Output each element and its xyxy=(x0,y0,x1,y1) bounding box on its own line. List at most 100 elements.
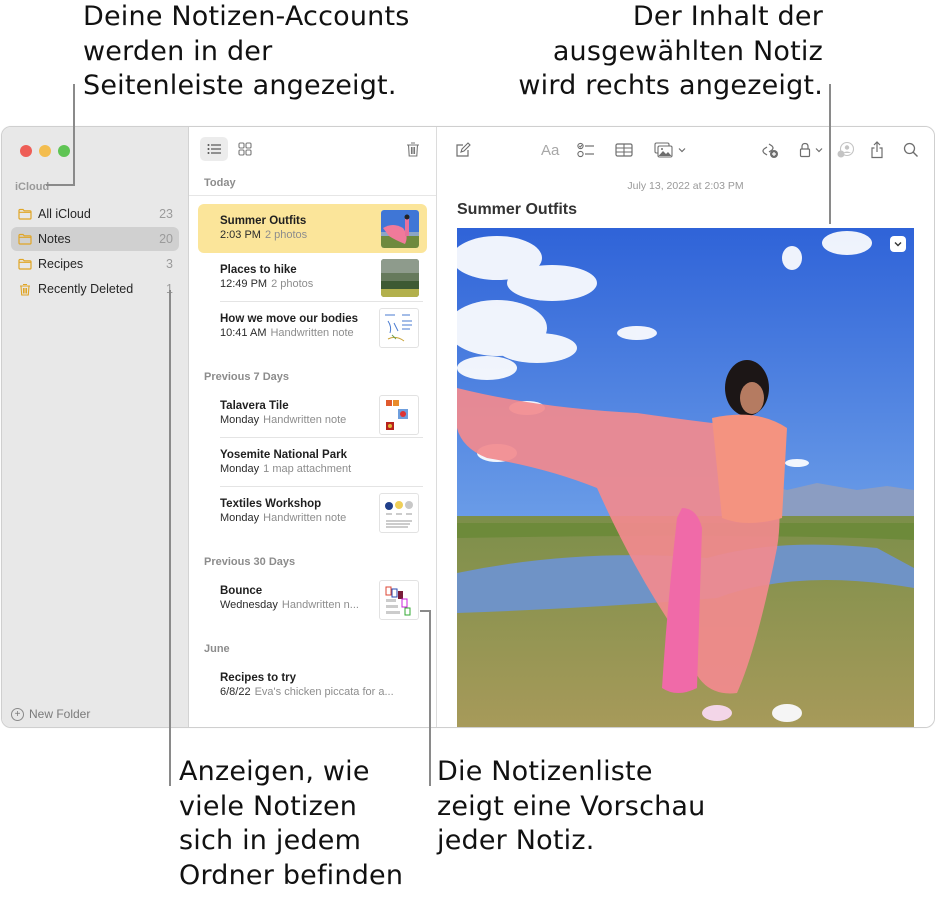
note-preview: 2 photos xyxy=(264,229,308,241)
minimize-button[interactable] xyxy=(39,145,51,157)
callout-sidebar-accounts: Deine Notizen-Accounts werden in der Sei… xyxy=(83,0,410,104)
note-date: 6/8/22 xyxy=(220,686,251,698)
folder-count: 3 xyxy=(166,257,173,271)
note-title: Yosemite National Park xyxy=(220,449,347,461)
checklist-button[interactable] xyxy=(577,139,595,161)
note-list-item[interactable]: Summer Outfits 2:03 PM 2 photos xyxy=(198,204,427,253)
close-button[interactable] xyxy=(20,145,32,157)
note-list-item[interactable]: Talavera Tile Monday Handwritten note xyxy=(198,389,427,438)
photo-options-button[interactable] xyxy=(890,236,906,252)
folder-label: All iCloud xyxy=(38,207,91,221)
sidebar-item-all-icloud[interactable]: All iCloud 23 xyxy=(11,202,179,226)
compose-icon xyxy=(456,142,471,157)
section-header: June xyxy=(204,643,230,655)
collaborate-icon xyxy=(762,143,778,158)
section-header: Previous 7 Days xyxy=(204,371,289,383)
lock-button[interactable] xyxy=(799,139,824,161)
callout-line: Anzeigen, wie xyxy=(179,756,370,787)
list-view-button[interactable] xyxy=(200,137,228,161)
folder-count: 20 xyxy=(159,232,173,246)
note-photo[interactable] xyxy=(457,228,914,727)
note-list-item[interactable]: How we move our bodies 10:41 AM Handwritt… xyxy=(198,302,427,351)
format-button[interactable]: Aa xyxy=(541,139,559,161)
share-people-button[interactable] xyxy=(836,139,856,161)
note-list-item[interactable]: Places to hike 12:49 PM 2 photos xyxy=(198,253,427,302)
callout-line: Deine Notizen-Accounts xyxy=(83,1,410,32)
share-button[interactable] xyxy=(870,139,884,161)
sidebar-item-recently-deleted[interactable]: Recently Deleted 1 xyxy=(11,277,179,301)
sidebar-item-recipes[interactable]: Recipes 3 xyxy=(11,252,179,276)
media-button[interactable] xyxy=(654,139,687,161)
note-date: 10:41 AM xyxy=(220,327,267,339)
lock-icon xyxy=(799,142,811,158)
folder-count: 23 xyxy=(159,207,173,221)
folder-icon xyxy=(18,208,32,220)
note-list-toolbar xyxy=(189,127,436,171)
callout-line: wird rechts angezeigt. xyxy=(518,70,823,101)
table-icon xyxy=(615,143,633,157)
sidebar-item-notes[interactable]: Notes 20 xyxy=(11,227,179,251)
plus-circle-icon: + xyxy=(11,707,24,721)
notes-window: iCloud All iCloud 23 Notes 20 Recipes 3 … xyxy=(1,126,935,728)
note-date: Monday xyxy=(220,463,260,475)
folder-label: Notes xyxy=(38,232,71,246)
note-list-item[interactable]: Textiles Workshop Monday Handwritten note xyxy=(198,487,427,536)
callout-line: sich in jedem xyxy=(179,825,362,856)
search-button[interactable] xyxy=(903,139,919,161)
callout-leader-line xyxy=(429,610,431,786)
note-title: Summer Outfits xyxy=(220,215,307,227)
callout-leader-line xyxy=(73,84,75,186)
note-title: Recipes to try xyxy=(220,672,297,684)
callout-line: Der Inhalt der xyxy=(632,1,823,32)
note-date: Monday xyxy=(220,414,260,426)
note-editor: Aa July 13, 2022 at 2:03 PM Summer Outfi… xyxy=(437,127,934,727)
trash-icon xyxy=(407,142,419,157)
section-header: Previous 30 Days xyxy=(204,556,296,568)
photo-icon xyxy=(654,142,673,158)
note-title: Bounce xyxy=(220,585,263,597)
note-preview: Handwritten note xyxy=(263,512,347,524)
list-icon xyxy=(207,144,221,154)
note-thumbnail xyxy=(381,210,419,248)
note-list-item[interactable]: Yosemite National Park Monday 1 map attac… xyxy=(198,438,427,487)
callout-line: werden in der xyxy=(83,35,273,67)
new-folder-button[interactable]: + New Folder xyxy=(11,707,90,721)
note-date: 2:03 PM xyxy=(220,229,261,241)
callout-line: jeder Notiz. xyxy=(437,825,595,856)
callout-folder-counts: Anzeigen, wie viele Notizen sich in jede… xyxy=(179,755,403,893)
window-controls xyxy=(20,145,70,157)
table-button[interactable] xyxy=(615,139,633,161)
chevron-down-icon xyxy=(894,242,902,247)
compose-button[interactable] xyxy=(455,139,471,161)
callout-note-content: Der Inhalt der ausgewählten Notiz wird r… xyxy=(518,0,823,104)
note-thumbnail xyxy=(379,493,419,533)
note-date: 12:49 PM xyxy=(220,278,268,290)
note-preview: Handwritten n... xyxy=(281,599,359,611)
gallery-view-button[interactable] xyxy=(231,137,259,161)
share-icon xyxy=(871,141,883,159)
note-date: Wednesday xyxy=(220,599,278,611)
note-date: Monday xyxy=(220,512,260,524)
zoom-button[interactable] xyxy=(58,145,70,157)
chevron-down-icon xyxy=(678,148,686,153)
new-folder-label: New Folder xyxy=(29,707,91,721)
callout-leader-line xyxy=(420,610,430,612)
note-thumbnail xyxy=(381,259,419,297)
note-list: Today Summer Outfits 2:03 PM 2 photos Pla… xyxy=(189,127,437,727)
folder-icon xyxy=(18,258,32,270)
checklist-icon xyxy=(577,142,594,158)
search-icon xyxy=(903,142,918,157)
account-label: iCloud xyxy=(15,181,50,193)
shared-person-icon xyxy=(837,141,855,158)
folder-icon xyxy=(18,233,32,245)
note-preview: 2 photos xyxy=(271,278,314,290)
note-title: Places to hike xyxy=(220,264,297,276)
chevron-down-icon xyxy=(815,148,823,153)
grid-icon xyxy=(238,142,252,156)
note-list-item[interactable]: Recipes to try 6/8/22 Eva's chicken picca… xyxy=(198,661,427,710)
delete-note-button[interactable] xyxy=(399,137,427,161)
callout-leader-line xyxy=(829,84,831,224)
note-list-item[interactable]: Bounce Wednesday Handwritten n... xyxy=(198,574,427,623)
collaborate-button[interactable] xyxy=(760,139,780,161)
trash-icon xyxy=(18,283,32,296)
